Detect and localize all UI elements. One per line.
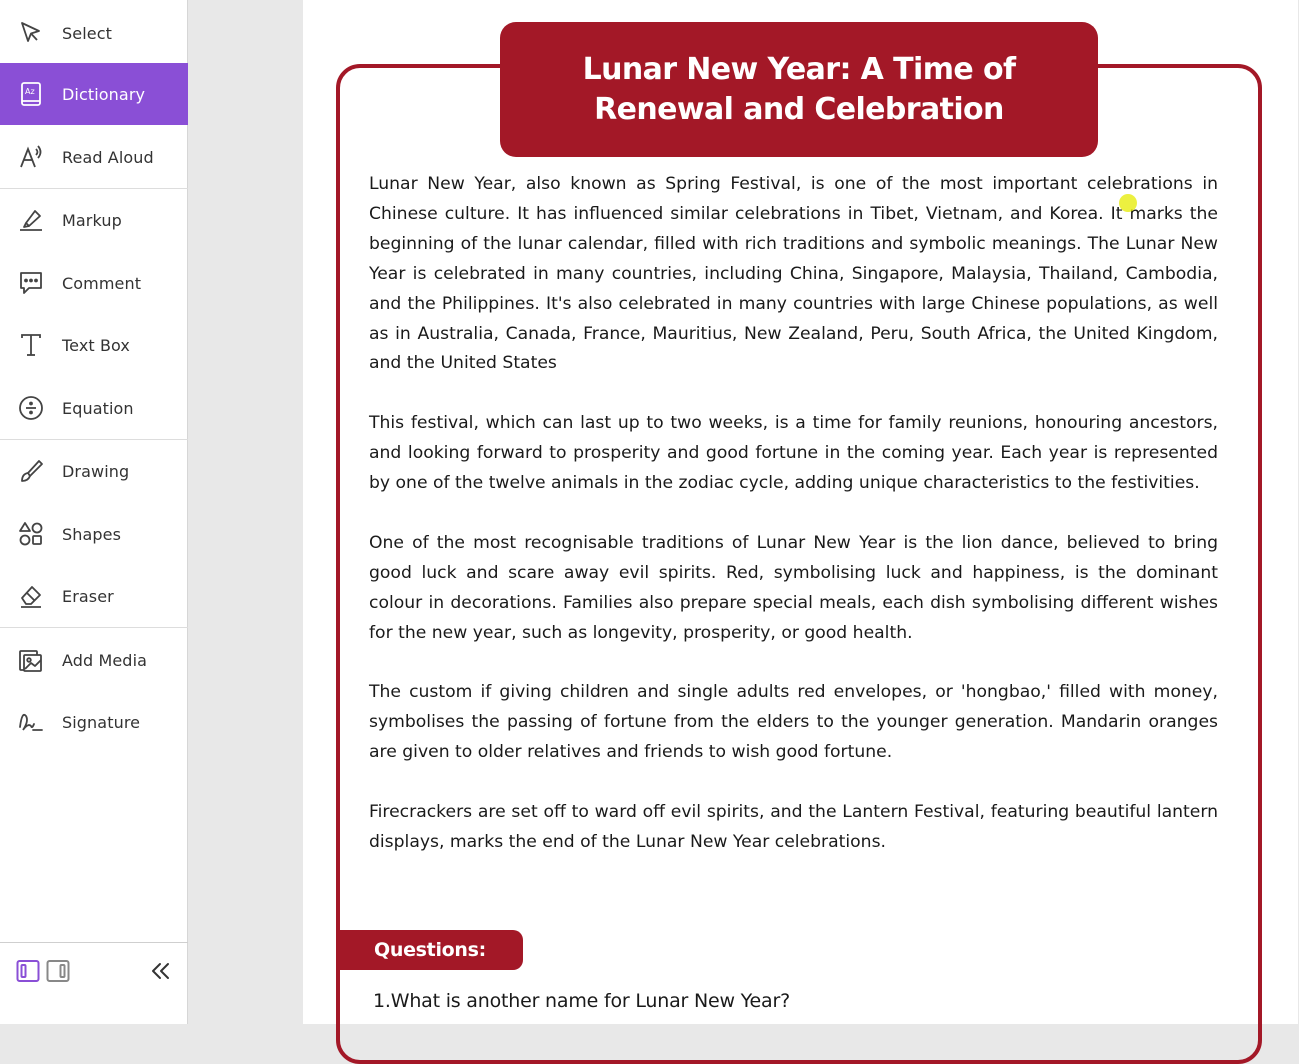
shapes-icon	[16, 519, 46, 549]
passage-paragraph[interactable]: Firecrackers are set off to ward off evi…	[369, 798, 1218, 858]
read-aloud-icon	[16, 142, 46, 172]
sidebar-footer	[0, 942, 188, 1024]
tool-read-aloud[interactable]: Read Aloud	[0, 126, 188, 188]
tool-shapes[interactable]: Shapes	[0, 503, 188, 565]
passage-paragraph[interactable]: The custom if giving children and single…	[369, 678, 1218, 768]
tool-signature-label: Signature	[62, 712, 141, 732]
tool-markup-label: Markup	[62, 210, 122, 230]
tool-text-box[interactable]: Text Box	[0, 314, 188, 376]
tool-eraser-label: Eraser	[62, 586, 114, 606]
questions-label: Questions:	[374, 939, 486, 961]
tool-shapes-label: Shapes	[62, 524, 122, 544]
tool-read-aloud-label: Read Aloud	[62, 147, 154, 167]
tool-comment-label: Comment	[62, 273, 142, 293]
tool-drawing[interactable]: Drawing	[0, 440, 188, 502]
document-title: Lunar New Year: A Time of Renewal and Ce…	[582, 51, 1016, 127]
eraser-icon	[16, 581, 46, 611]
questions-header: Questions:	[338, 930, 523, 970]
tool-select[interactable]: Select	[0, 2, 188, 64]
tool-select-label: Select	[62, 23, 112, 43]
question-item[interactable]: 1.What is another name for Lunar New Yea…	[373, 990, 790, 1012]
tool-markup[interactable]: Markup	[0, 189, 188, 251]
add-media-icon	[16, 645, 46, 675]
tool-drawing-label: Drawing	[62, 461, 130, 481]
passage-paragraph[interactable]: One of the most recognisable traditions …	[369, 529, 1218, 649]
split-panel-icon[interactable]	[46, 959, 70, 983]
tool-signature[interactable]: Signature	[0, 691, 188, 753]
text-box-icon	[16, 330, 46, 360]
tool-dictionary-label: Dictionary	[62, 84, 146, 104]
tool-dictionary[interactable]: Az Dictionary	[0, 63, 188, 125]
svg-text:Az: Az	[25, 87, 35, 96]
comment-icon	[16, 268, 46, 298]
reading-passage[interactable]: Lunar New Year, also known as Spring Fes…	[369, 170, 1218, 888]
tool-eraser[interactable]: Eraser	[0, 565, 188, 627]
sidebar-divider	[0, 627, 188, 628]
signature-icon	[16, 707, 46, 737]
highlighter-icon	[16, 205, 46, 235]
brush-icon	[16, 456, 46, 486]
passage-paragraph[interactable]: Lunar New Year, also known as Spring Fes…	[369, 170, 1218, 379]
cursor-arrow-icon	[16, 18, 46, 48]
passage-paragraph[interactable]: This festival, which can last up to two …	[369, 409, 1218, 499]
single-panel-icon[interactable]	[16, 959, 40, 983]
tool-text-box-label: Text Box	[62, 335, 130, 355]
tool-equation[interactable]: Equation	[0, 377, 188, 439]
double-chevron-left-icon[interactable]	[148, 957, 172, 985]
tool-add-media-label: Add Media	[62, 650, 148, 670]
tool-add-media[interactable]: Add Media	[0, 629, 188, 691]
division-icon	[16, 393, 46, 423]
pointer-highlight	[1119, 194, 1137, 212]
dictionary-icon: Az	[16, 79, 46, 109]
tool-equation-label: Equation	[62, 398, 134, 418]
tools-sidebar: Select Az Dictionary Read Aloud Markup C…	[0, 0, 188, 1024]
tool-comment[interactable]: Comment	[0, 252, 188, 314]
title-banner: Lunar New Year: A Time of Renewal and Ce…	[500, 22, 1098, 157]
